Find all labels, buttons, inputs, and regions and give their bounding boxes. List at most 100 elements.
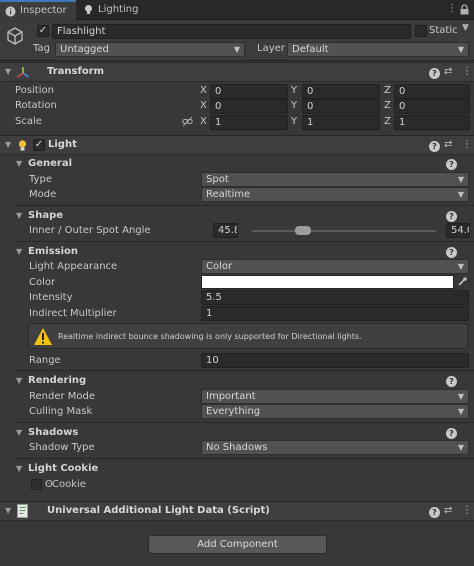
position-z-field[interactable]: 0 <box>394 84 470 99</box>
more-options-icon[interactable]: ⋮ <box>462 505 472 516</box>
chevron-down-icon: ▼ <box>457 392 464 401</box>
more-options-icon[interactable]: ⋮ <box>462 139 472 150</box>
layer-label: Layer <box>257 43 285 54</box>
eyedropper-icon[interactable] <box>457 276 468 287</box>
type-dropdown[interactable]: Spot ▼ <box>201 172 469 187</box>
position-y-field[interactable]: 0 <box>302 84 380 99</box>
help-icon[interactable]: ? <box>429 68 440 79</box>
object-name-field[interactable]: Flashlight <box>52 24 411 39</box>
collapse-arrow-icon[interactable]: ▼ <box>16 247 22 256</box>
position-x-field[interactable]: 0 <box>210 84 288 99</box>
chevron-down-icon: ▼ <box>457 407 464 416</box>
cookie-texture-slot[interactable] <box>31 479 42 490</box>
spot-angle-label: Inner / Outer Spot Angle <box>29 225 151 236</box>
preset-icon[interactable]: ⇄ <box>444 139 452 150</box>
help-icon[interactable]: ? <box>429 141 440 152</box>
static-dropdown-arrow-icon[interactable]: ▼ <box>462 23 469 33</box>
chevron-down-icon: ▼ <box>457 443 464 452</box>
help-icon[interactable]: ? <box>446 428 457 439</box>
warning-icon <box>34 328 52 345</box>
preset-icon[interactable]: ⇄ <box>444 505 452 516</box>
rendering-section-header[interactable]: ▼ Rendering ? <box>0 373 474 390</box>
axis-z-label[interactable]: Z <box>384 116 391 127</box>
tag-dropdown[interactable]: Untagged ▼ <box>55 42 245 57</box>
universal-light-data-title: Universal Additional Light Data (Script) <box>47 505 270 516</box>
active-checkbox[interactable]: ✓ <box>37 25 49 37</box>
layer-dropdown[interactable]: Default ▼ <box>287 42 469 57</box>
render-mode-value: Important <box>206 391 256 402</box>
shape-title: Shape <box>28 210 64 221</box>
rotation-z-field[interactable]: 0 <box>394 99 470 114</box>
general-section-header[interactable]: ▼ General ? <box>0 156 474 173</box>
tab-lighting-label: Lighting <box>98 4 139 15</box>
render-mode-dropdown[interactable]: Important ▼ <box>201 389 469 404</box>
help-icon[interactable]: ? <box>446 211 457 222</box>
rendering-title: Rendering <box>28 375 87 386</box>
tab-inspector[interactable]: Inspector <box>0 0 76 20</box>
lock-icon[interactable] <box>459 4 470 15</box>
axis-y-label[interactable]: Y <box>291 85 297 96</box>
help-icon[interactable]: ? <box>446 376 457 387</box>
add-component-button[interactable]: Add Component <box>148 535 327 554</box>
preset-icon[interactable]: ⇄ <box>444 66 452 77</box>
help-icon[interactable]: ? <box>429 507 440 518</box>
outer-spot-angle-field[interactable]: 54.0 <box>446 223 470 238</box>
axis-z-label[interactable]: Z <box>384 85 391 96</box>
collapse-arrow-icon[interactable]: ▼ <box>16 159 22 168</box>
light-cookie-section-header[interactable]: ▼ Light Cookie <box>0 461 474 478</box>
axis-x-label[interactable]: X <box>200 85 207 96</box>
collapse-arrow-icon[interactable]: ▼ <box>16 428 22 437</box>
mode-dropdown[interactable]: Realtime ▼ <box>201 187 469 202</box>
rotation-x-field[interactable]: 0 <box>210 99 288 114</box>
inner-spot-angle-field[interactable]: 45.8 <box>213 223 238 238</box>
range-field[interactable]: 10 <box>201 353 469 368</box>
tab-inspector-label: Inspector <box>20 5 67 16</box>
axis-y-label[interactable]: Y <box>291 100 297 111</box>
type-value: Spot <box>206 174 229 185</box>
light-enabled-checkbox[interactable]: ✓ <box>33 139 45 151</box>
universal-light-data-component-header[interactable]: ▼ Universal Additional Light Data (Scrip… <box>0 501 474 521</box>
culling-mask-label: Culling Mask <box>29 406 93 417</box>
collapse-arrow-icon[interactable]: ▼ <box>16 464 22 473</box>
scale-x-field[interactable]: 1 <box>210 115 288 130</box>
culling-mask-value: Everything <box>206 406 261 417</box>
collapse-arrow-icon[interactable]: ▼ <box>5 506 11 515</box>
help-icon[interactable]: ? <box>446 159 457 170</box>
axis-y-label[interactable]: Y <box>291 116 297 127</box>
collapse-arrow-icon[interactable]: ▼ <box>5 140 11 149</box>
shadow-type-dropdown[interactable]: No Shadows ▼ <box>201 440 469 455</box>
collapse-arrow-icon[interactable]: ▼ <box>16 211 22 220</box>
position-label: Position <box>15 85 54 96</box>
scale-y-field[interactable]: 1 <box>302 115 380 130</box>
axis-z-label[interactable]: Z <box>384 100 391 111</box>
tag-label: Tag <box>33 43 50 54</box>
collapse-arrow-icon[interactable]: ▼ <box>16 376 22 385</box>
tab-lighting[interactable]: Lighting <box>78 0 148 20</box>
static-checkbox[interactable] <box>415 25 427 37</box>
chevron-down-icon: ▼ <box>457 262 464 271</box>
more-options-icon[interactable]: ⋮ <box>462 66 472 77</box>
axis-x-label[interactable]: X <box>200 100 207 111</box>
more-options-icon[interactable]: ⋮ <box>447 3 457 14</box>
rotation-y-field[interactable]: 0 <box>302 99 380 114</box>
collapse-arrow-icon[interactable]: ▼ <box>5 67 11 76</box>
axis-x-label[interactable]: X <box>200 116 207 127</box>
light-appearance-value: Color <box>206 261 233 272</box>
indirect-multiplier-field[interactable]: 1 <box>201 306 469 321</box>
transform-component-header[interactable]: ▼ Transform ? ⇄ ⋮ <box>0 62 474 82</box>
spot-angle-slider-range-handle[interactable] <box>295 226 311 235</box>
color-swatch-field[interactable] <box>201 275 454 289</box>
spot-angle-min-max-slider-track[interactable] <box>252 230 436 232</box>
light-cookie-title: Light Cookie <box>28 463 99 474</box>
culling-mask-dropdown[interactable]: Everything ▼ <box>201 404 469 419</box>
gameobject-cube-icon[interactable] <box>5 26 25 46</box>
shadow-type-value: No Shadows <box>206 442 268 453</box>
intensity-field[interactable]: 5.5 <box>201 290 469 305</box>
light-appearance-dropdown[interactable]: Color ▼ <box>201 259 469 274</box>
constrain-proportions-link-icon[interactable] <box>182 116 193 127</box>
scale-z-field[interactable]: 1 <box>394 115 470 130</box>
warning-box: Realtime indirect bounce shadowing is on… <box>28 323 468 349</box>
help-icon[interactable]: ? <box>446 247 457 258</box>
light-title: Light <box>48 139 77 150</box>
light-component-header[interactable]: ▼ ✓ Light ? ⇄ ⋮ <box>0 135 474 155</box>
